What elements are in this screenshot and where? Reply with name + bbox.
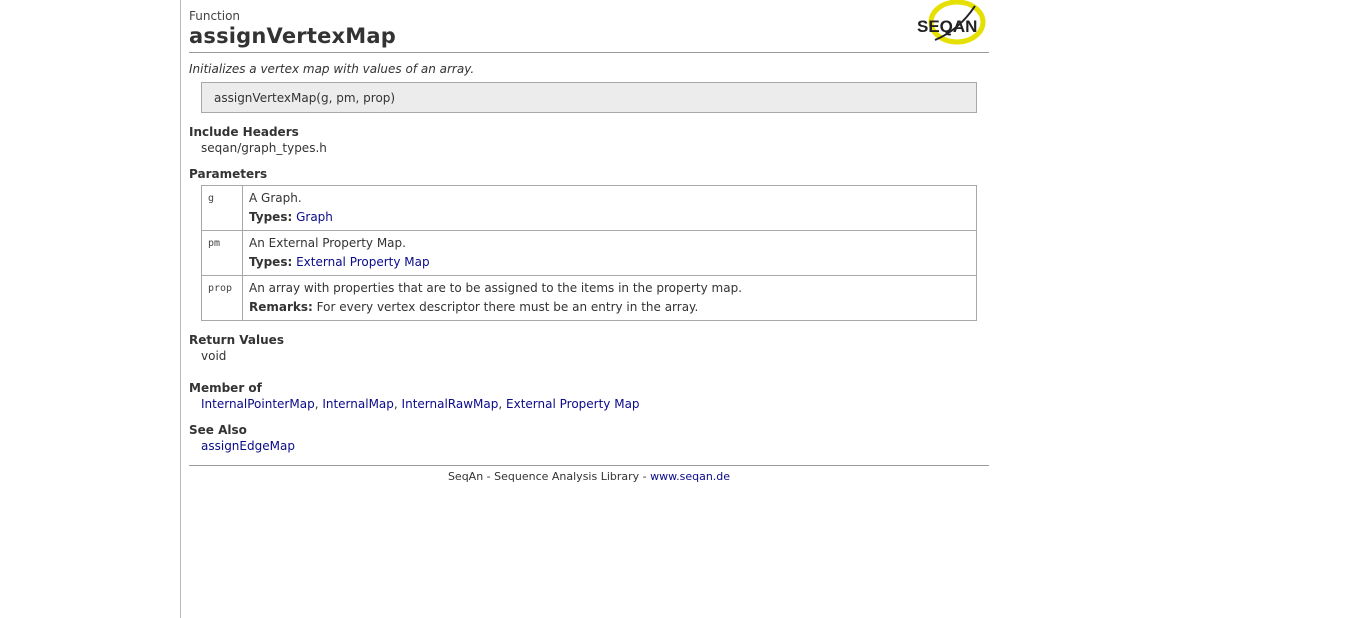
table-row: g A Graph. Types: Graph [201,185,977,231]
seqan-logo[interactable]: SEQAN [915,0,987,48]
param-label: Types: [249,255,293,269]
see-also-link-assignedgemap[interactable]: assignEdgeMap [201,439,295,453]
footer: SeqAn - Sequence Analysis Library - www.… [189,470,989,483]
footer-divider [189,465,989,466]
param-cell: An External Property Map. Types: Externa… [242,230,977,276]
param-desc: A Graph. [249,191,302,205]
member-link-internalpointermap[interactable]: InternalPointerMap [201,397,315,411]
summary-text: Initializes a vertex map with values of … [189,62,475,76]
table-row: prop An array with properties that are t… [201,275,977,321]
logo-text: SEQAN [917,17,977,36]
footer-text: SeqAn - Sequence Analysis Library - [447,470,651,483]
return-values-title: Return Values [189,333,284,347]
member-of-title: Member of [189,381,262,395]
type-link-graph[interactable]: Graph [296,210,333,224]
param-desc: An External Property Map. [249,236,406,250]
include-file: seqan/graph_types.h [201,141,327,155]
param-label: Types: [249,210,293,224]
include-headers-title: Include Headers [189,125,299,139]
param-cell: A Graph. Types: Graph [242,185,977,231]
member-link-external-property-map[interactable]: External Property Map [506,397,640,411]
member-link-internalmap[interactable]: InternalMap [322,397,394,411]
param-name: prop [201,275,243,321]
signature-box: assignVertexMap(g, pm, prop) [201,82,977,113]
see-also-title: See Also [189,423,247,437]
param-name: g [201,185,243,231]
param-desc: An array with properties that are to be … [249,281,743,295]
param-cell: An array with properties that are to be … [242,275,977,321]
see-also-list: assignEdgeMap [201,439,989,453]
param-remark: For every vertex descriptor there must b… [316,300,699,314]
left-navigation-frame [0,0,181,618]
separator: , [393,397,402,411]
member-of-list: InternalPointerMap, InternalMap, Interna… [201,397,989,411]
parameters-title: Parameters [189,167,268,181]
page-title: assignVertexMap [189,24,396,48]
param-name: pm [201,230,243,276]
table-row: pm An External Property Map. Types: Exte… [201,230,977,276]
footer-link-seqan[interactable]: www.seqan.de [650,470,730,483]
parameters-table: g A Graph. Types: Graph pm An External P… [201,185,977,321]
member-link-internalrawmap[interactable]: InternalRawMap [402,397,499,411]
entity-kind: Function [189,9,241,23]
header-divider [189,52,989,53]
separator: , [498,397,507,411]
type-link-external-property-map[interactable]: External Property Map [296,255,430,269]
doc-content: SEQAN Function assignVertexMap Initializ… [189,0,989,483]
param-label: Remarks: [249,300,313,314]
return-value: void [201,349,227,363]
